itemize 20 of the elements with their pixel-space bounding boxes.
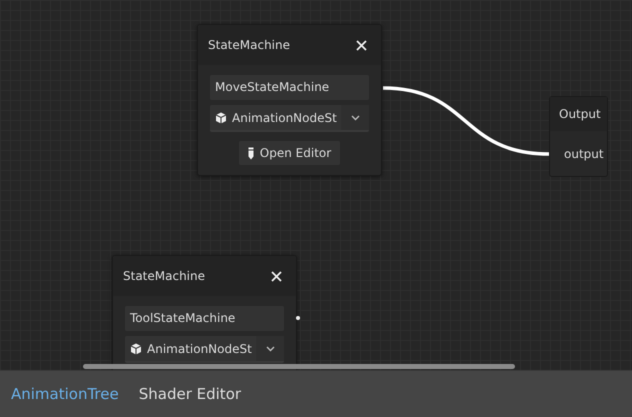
type-dropdown[interactable]: AnimationNodeSt — [210, 105, 369, 132]
name-field[interactable]: MoveStateMachine — [210, 75, 369, 100]
scrollbar[interactable] — [83, 364, 515, 369]
editor-tab[interactable]: AnimationTree — [11, 385, 119, 404]
output-port[interactable] — [296, 316, 300, 320]
close-icon[interactable] — [271, 270, 282, 282]
node-title: Output — [559, 107, 601, 121]
open-editor-button[interactable]: Open Editor — [238, 141, 340, 165]
type-dropdown[interactable]: AnimationNodeSt — [125, 336, 284, 363]
node-title: StateMachine — [123, 269, 205, 283]
node-title: StateMachine — [208, 38, 290, 52]
port-label: output — [564, 146, 604, 160]
editor-tab[interactable]: Shader Editor — [138, 385, 242, 404]
close-icon[interactable] — [356, 40, 367, 50]
cube-icon — [215, 112, 227, 124]
cube-icon — [130, 342, 142, 354]
caret-icon — [350, 114, 360, 120]
caret-icon — [266, 346, 274, 352]
pencil-icon — [248, 146, 254, 160]
name-field[interactable]: ToolStateMachine — [125, 306, 284, 331]
